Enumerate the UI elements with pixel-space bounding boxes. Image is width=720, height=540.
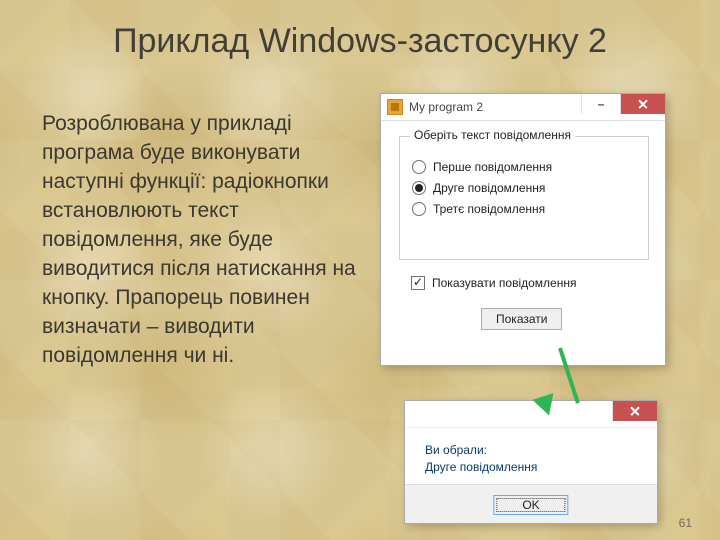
messagebox-window: Ви обрали: Друге повідомлення OK xyxy=(404,400,658,524)
radio-indicator xyxy=(412,202,426,216)
messagebox-line1: Ви обрали: xyxy=(425,442,645,459)
close-button[interactable] xyxy=(612,401,657,421)
app-window-1: My program 2 – Оберіть текст повідомленн… xyxy=(380,93,666,366)
app-title: My program 2 xyxy=(409,100,581,114)
radio-groupbox: Оберіть текст повідомлення Перше повідом… xyxy=(399,136,649,260)
window-buttons: – xyxy=(581,94,665,120)
messagebox-titlebar[interactable] xyxy=(405,401,657,428)
slide-title: Приклад Windows-застосунку 2 xyxy=(60,22,660,61)
radio-list: Перше повідомлення Друге повідомлення Тр… xyxy=(400,137,648,231)
slide: Приклад Windows-застосунку 2 Розроблюван… xyxy=(0,0,720,540)
ok-button[interactable]: OK xyxy=(493,495,568,515)
radio-indicator xyxy=(412,181,426,195)
checkbox-indicator xyxy=(411,276,425,290)
minimize-button[interactable]: – xyxy=(581,94,620,114)
group-legend: Оберіть текст повідомлення xyxy=(410,128,575,142)
messagebox-line2: Друге повідомлення xyxy=(425,459,645,476)
titlebar[interactable]: My program 2 – xyxy=(381,94,665,121)
close-button[interactable] xyxy=(620,94,665,114)
show-button[interactable]: Показати xyxy=(481,308,562,330)
slide-body: Розроблювана у прикладі програма буде ви… xyxy=(42,110,372,371)
radio-indicator xyxy=(412,160,426,174)
app-icon xyxy=(387,99,403,115)
radio-option-3[interactable]: Третє повідомлення xyxy=(412,202,636,216)
radio-label: Третє повідомлення xyxy=(433,202,545,216)
radio-label: Друге повідомлення xyxy=(433,181,545,195)
page-number: 61 xyxy=(679,516,692,530)
radio-label: Перше повідомлення xyxy=(433,160,552,174)
show-checkbox[interactable]: Показувати повідомлення xyxy=(411,276,576,290)
radio-option-2[interactable]: Друге повідомлення xyxy=(412,181,636,195)
messagebox-body: Ви обрали: Друге повідомлення xyxy=(405,428,657,483)
radio-option-1[interactable]: Перше повідомлення xyxy=(412,160,636,174)
checkbox-label: Показувати повідомлення xyxy=(432,276,576,290)
